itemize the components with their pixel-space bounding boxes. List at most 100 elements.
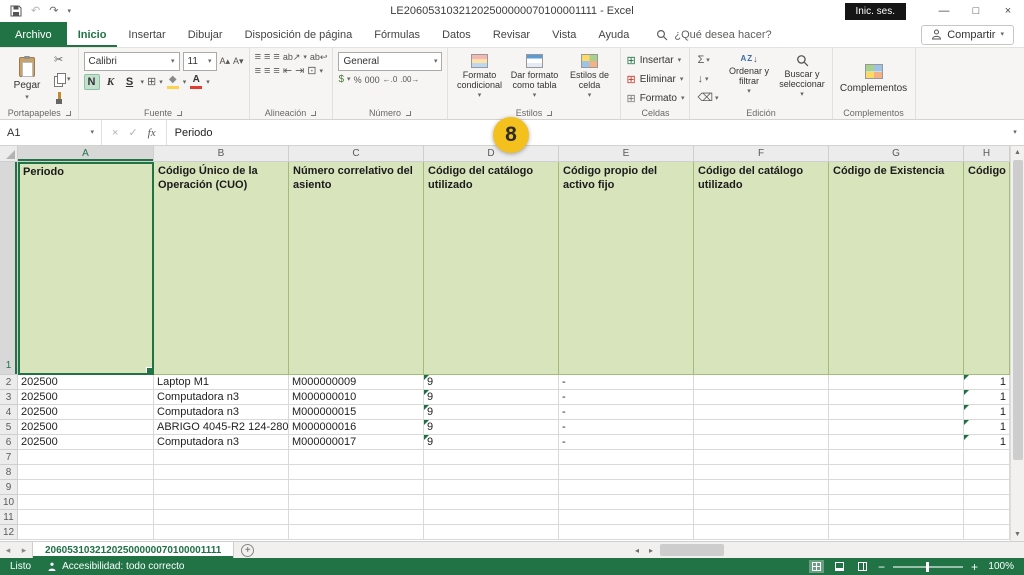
cell[interactable] [829,480,964,495]
cell[interactable]: M000000017 [289,435,424,450]
accessibility-status[interactable]: Accesibilidad: todo correcto [47,561,184,572]
cell[interactable] [18,510,154,525]
align-right-icon[interactable]: ≡ [273,66,279,77]
cell[interactable]: 202500 [18,405,154,420]
zoom-in-button[interactable]: + [971,561,978,573]
column-header-h[interactable]: H [964,146,1010,162]
tab-archivo[interactable]: Archivo [0,22,67,47]
cell[interactable] [694,495,829,510]
cell[interactable] [154,450,289,465]
zoom-slider-thumb[interactable] [926,562,929,572]
cell[interactable] [829,450,964,465]
row-header[interactable]: 2 [0,375,18,390]
cell[interactable] [694,525,829,540]
align-center-icon[interactable]: ≡ [264,66,270,77]
increase-indent-icon[interactable]: ⇥ [295,66,304,77]
dialog-launcher-icon[interactable] [65,110,72,117]
cell[interactable] [18,495,154,510]
tab-formulas[interactable]: Fórmulas [363,22,431,47]
dialog-launcher-icon[interactable] [176,110,183,117]
row-header[interactable]: 5 [0,420,18,435]
cell[interactable] [559,525,694,540]
cell[interactable] [154,465,289,480]
font-color-icon[interactable] [189,75,203,90]
cell[interactable]: 202500 [18,435,154,450]
align-left-icon[interactable]: ≡ [255,66,261,77]
tab-disposicion[interactable]: Disposición de página [234,22,364,47]
cell[interactable] [18,465,154,480]
cell[interactable] [829,435,964,450]
cell-c1[interactable]: Número correlativo del asiento [289,162,424,375]
cell[interactable] [829,390,964,405]
fill-button[interactable]: ↓ [695,71,720,87]
zoom-out-button[interactable]: − [878,561,885,573]
cell[interactable]: 1 [964,420,1010,435]
vertical-scrollbar-thumb[interactable] [1013,160,1023,460]
column-header-a[interactable]: A [18,146,154,162]
expand-formula-bar-icon[interactable] [1006,120,1024,145]
scroll-left-icon[interactable]: ◂ [630,546,644,555]
align-middle-icon[interactable]: ≡ [264,52,270,63]
row-header[interactable]: 6 [0,435,18,450]
formula-input[interactable]: Periodo [167,120,1006,145]
tab-insertar[interactable]: Insertar [117,22,176,47]
cell[interactable] [694,465,829,480]
cell[interactable] [289,450,424,465]
cell[interactable]: 9 [424,390,559,405]
cell[interactable]: M000000015 [289,405,424,420]
zoom-slider[interactable] [893,566,963,568]
autosum-button[interactable]: Σ [695,52,720,68]
insert-function-icon[interactable]: fx [148,127,156,139]
normal-view-button[interactable] [809,560,824,573]
wrap-text-icon[interactable]: ab↩ [310,52,328,63]
cell[interactable]: 202500 [18,420,154,435]
align-top-icon[interactable]: ≡ [255,52,261,63]
cell[interactable] [829,420,964,435]
copy-button[interactable] [52,71,73,87]
dialog-launcher-icon[interactable] [546,110,553,117]
cell[interactable] [964,510,1010,525]
cell[interactable]: M000000009 [289,375,424,390]
cell-h1[interactable]: Código del Activo Fijo [964,162,1010,375]
cell[interactable]: 1 [964,435,1010,450]
cell[interactable]: ABRIGO 4045-R2 124-2806202 [154,420,289,435]
close-button[interactable]: × [992,0,1024,22]
row-header[interactable]: 12 [0,525,18,540]
sheet-nav-left-icon[interactable]: ◂ [0,542,16,558]
scroll-up-icon[interactable]: ▲ [1011,146,1024,159]
row-header[interactable]: 4 [0,405,18,420]
cell[interactable]: Computadora n3 [154,390,289,405]
cell[interactable] [424,450,559,465]
increase-font-icon[interactable]: A▴ [220,56,231,67]
cell[interactable] [829,405,964,420]
conditional-formatting-button[interactable]: Formato condicional [453,52,505,99]
column-header-e[interactable]: E [559,146,694,162]
cell[interactable]: 9 [424,375,559,390]
insert-cells-button[interactable]: ⊞Insertar [626,52,684,68]
redo-icon[interactable]: ↷ [49,6,58,17]
orientation-icon[interactable]: ab↗ [283,52,301,63]
row-header[interactable]: 8 [0,465,18,480]
cell[interactable] [694,420,829,435]
cell[interactable]: 1 [964,405,1010,420]
horizontal-scrollbar-track[interactable] [658,542,1024,558]
column-header-b[interactable]: B [154,146,289,162]
column-header-c[interactable]: C [289,146,424,162]
cell[interactable]: 1 [964,390,1010,405]
cell[interactable]: - [559,435,694,450]
font-family-select[interactable]: Calibri [84,52,180,71]
enter-icon[interactable]: ✓ [128,126,137,139]
cell[interactable]: - [559,420,694,435]
cell[interactable] [289,510,424,525]
cell[interactable] [289,465,424,480]
cell[interactable] [964,480,1010,495]
cell[interactable] [829,510,964,525]
cell[interactable] [694,405,829,420]
cell[interactable] [559,480,694,495]
vertical-scrollbar[interactable]: ▲ ▼ [1010,146,1024,541]
sheet-nav-right-icon[interactable]: ▸ [16,542,32,558]
increase-decimal-icon[interactable] [400,74,419,85]
column-header-g[interactable]: G [829,146,964,162]
page-break-view-button[interactable] [855,560,870,573]
scroll-right-icon[interactable]: ▸ [644,546,658,555]
